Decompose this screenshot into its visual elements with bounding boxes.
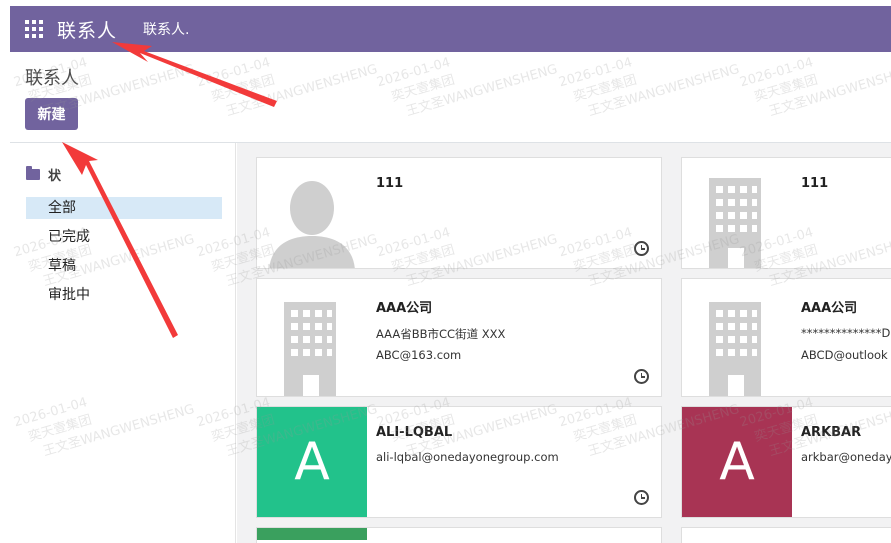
contact-email: ABC@163.com bbox=[376, 348, 462, 362]
filter-sidebar: 状 全部 已完成 草稿 审批中 bbox=[10, 143, 236, 543]
contact-name: AAA公司 bbox=[376, 301, 433, 316]
kanban-view: 111 111 AAA公司 AAA省BB市CC街道 XXX ABC@163.co… bbox=[237, 143, 891, 543]
company-building-icon bbox=[682, 158, 792, 268]
clock-icon[interactable] bbox=[634, 241, 649, 256]
contact-email: ali-lqbal@onedayonegroup.com bbox=[376, 450, 559, 464]
contact-email: ABCD@outlook bbox=[801, 348, 888, 362]
filter-item-pending[interactable]: 审批中 bbox=[26, 284, 222, 313]
new-button[interactable]: 新建 bbox=[25, 98, 78, 130]
contact-address: AAA省BB市CC街道 XXX bbox=[376, 327, 506, 341]
kanban-card[interactable] bbox=[681, 527, 891, 543]
filter-item-done[interactable]: 已完成 bbox=[26, 226, 222, 255]
company-building-icon bbox=[257, 279, 367, 396]
contacts-app: 联系人 联系人. 联系人 新建 状 全部 已完成 草稿 审批中 111 111 … bbox=[0, 0, 891, 543]
contact-name: ALI-LQBAL bbox=[376, 425, 453, 440]
avatar bbox=[257, 528, 367, 540]
avatar: A bbox=[682, 407, 792, 517]
filter-item-all[interactable]: 全部 bbox=[26, 197, 222, 219]
control-panel: 联系人 新建 bbox=[10, 52, 891, 142]
clock-icon[interactable] bbox=[634, 490, 649, 505]
apps-grid-icon[interactable] bbox=[25, 20, 43, 38]
person-placeholder-icon bbox=[257, 158, 367, 268]
kanban-card[interactable] bbox=[256, 527, 662, 543]
page-title: 联系人 bbox=[25, 68, 79, 89]
contact-name: ARKBAR bbox=[801, 425, 862, 440]
filter-item-draft[interactable]: 草稿 bbox=[26, 255, 222, 284]
menu-item-contacts[interactable]: 联系人. bbox=[143, 19, 189, 39]
kanban-card[interactable]: 111 bbox=[681, 157, 891, 269]
contact-name: 111 bbox=[801, 176, 829, 191]
kanban-card[interactable]: 111 bbox=[256, 157, 662, 269]
kanban-card[interactable]: AAA公司 AAA省BB市CC街道 XXX ABC@163.com bbox=[256, 278, 662, 397]
contact-address: **************Du bbox=[801, 326, 891, 340]
kanban-card[interactable]: A ALI-LQBAL ali-lqbal@onedayonegroup.com bbox=[256, 406, 662, 518]
folder-icon bbox=[26, 166, 40, 180]
contact-name: AAA公司 bbox=[801, 301, 858, 316]
clock-icon[interactable] bbox=[634, 369, 649, 384]
company-building-icon bbox=[682, 279, 792, 396]
top-navbar: 联系人 联系人. bbox=[10, 6, 891, 52]
kanban-card[interactable]: AAA公司 **************Du ABCD@outlook bbox=[681, 278, 891, 397]
filter-list: 全部 已完成 草稿 审批中 bbox=[26, 197, 222, 313]
filter-group-header[interactable]: 状 bbox=[26, 165, 61, 184]
contact-email: arkbar@oneday bbox=[801, 450, 891, 464]
app-name[interactable]: 联系人 bbox=[57, 16, 117, 43]
filter-group-label: 状 bbox=[48, 169, 62, 184]
contact-name: 111 bbox=[376, 176, 404, 191]
kanban-card[interactable]: A ARKBAR arkbar@oneday bbox=[681, 406, 891, 518]
avatar: A bbox=[257, 407, 367, 517]
